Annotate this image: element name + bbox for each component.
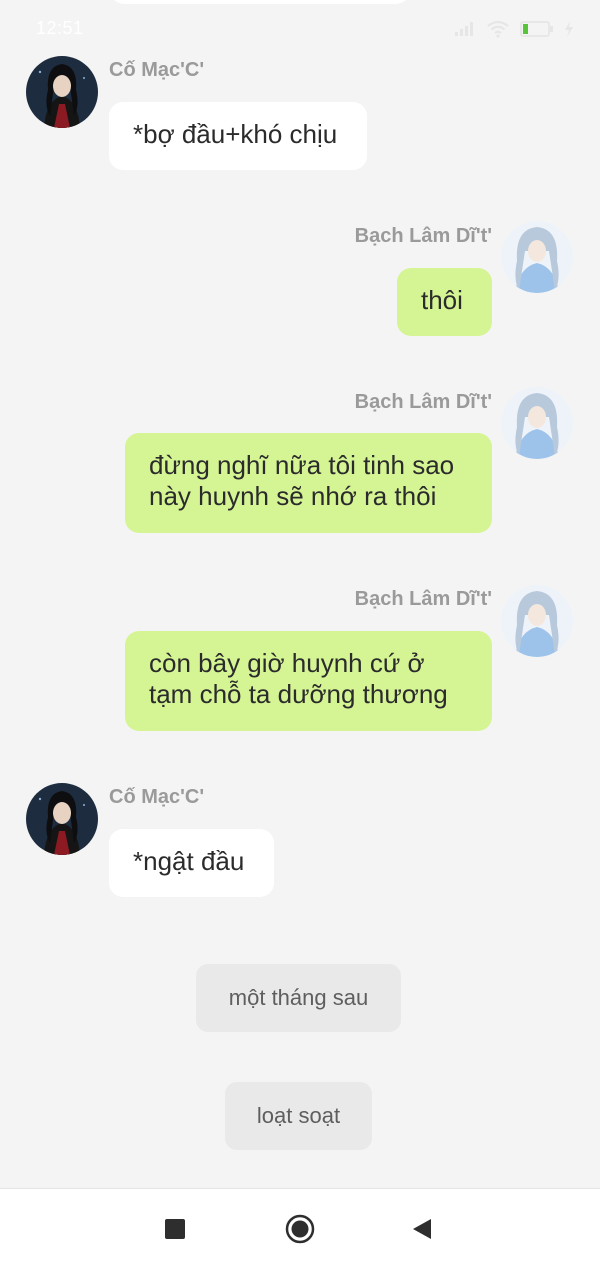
avatar-co-mac[interactable]: [26, 56, 98, 128]
system-message: một tháng sau: [196, 964, 401, 1032]
sender-name: Bạch Lâm Dĩ't': [354, 588, 492, 610]
status-icons: [454, 18, 574, 40]
sender-name: Bạch Lâm Dĩ't': [354, 391, 492, 413]
status-time: 12:51: [36, 18, 84, 38]
character-light-icon: [501, 221, 573, 293]
sender-name: Cố Mạc'C': [109, 59, 205, 81]
home-icon: [285, 1214, 315, 1243]
home-button[interactable]: [275, 1189, 325, 1267]
back-icon: [413, 1218, 431, 1239]
wifi-icon: [487, 20, 509, 38]
message-bubble[interactable]: *ngật đầu: [109, 829, 274, 897]
avatar-bach-lam[interactable]: [501, 221, 573, 293]
avatar-bach-lam[interactable]: [501, 585, 573, 657]
character-light-icon: [501, 585, 573, 657]
avatar-bach-lam[interactable]: [501, 387, 573, 459]
navigation-bar: [0, 1188, 600, 1267]
message-bubble[interactable]: đừng nghĩ nữa tôi tinh sao này huynh sẽ …: [125, 433, 492, 533]
sender-name: Cố Mạc'C': [109, 786, 205, 808]
status-bar: 12:51: [0, 0, 600, 58]
message-bubble[interactable]: còn bây giờ huynh cứ ở tạm chỗ ta dưỡng …: [125, 631, 492, 731]
message-bubble[interactable]: thôi: [397, 268, 492, 336]
message-bubble[interactable]: *bợ đầu+khó chịu: [109, 102, 367, 170]
signal-icon: [455, 22, 473, 36]
previous-message-edge: [110, 0, 410, 4]
system-message: loạt soạt: [225, 1082, 372, 1150]
character-light-icon: [501, 387, 573, 459]
character-dark-icon: [26, 783, 98, 855]
battery-icon: [520, 21, 553, 37]
character-dark-icon: [26, 56, 98, 128]
chat-screen: 12:51 Cố Mạc'C' *bợ đầu+khó chịu Bạch Lâ…: [0, 0, 600, 1267]
charging-icon: [565, 21, 573, 37]
sender-name: Bạch Lâm Dĩ't': [354, 225, 492, 247]
back-button[interactable]: [397, 1189, 447, 1267]
recent-apps-button[interactable]: [150, 1189, 200, 1267]
recent-apps-icon: [165, 1218, 185, 1239]
avatar-co-mac[interactable]: [26, 783, 98, 855]
